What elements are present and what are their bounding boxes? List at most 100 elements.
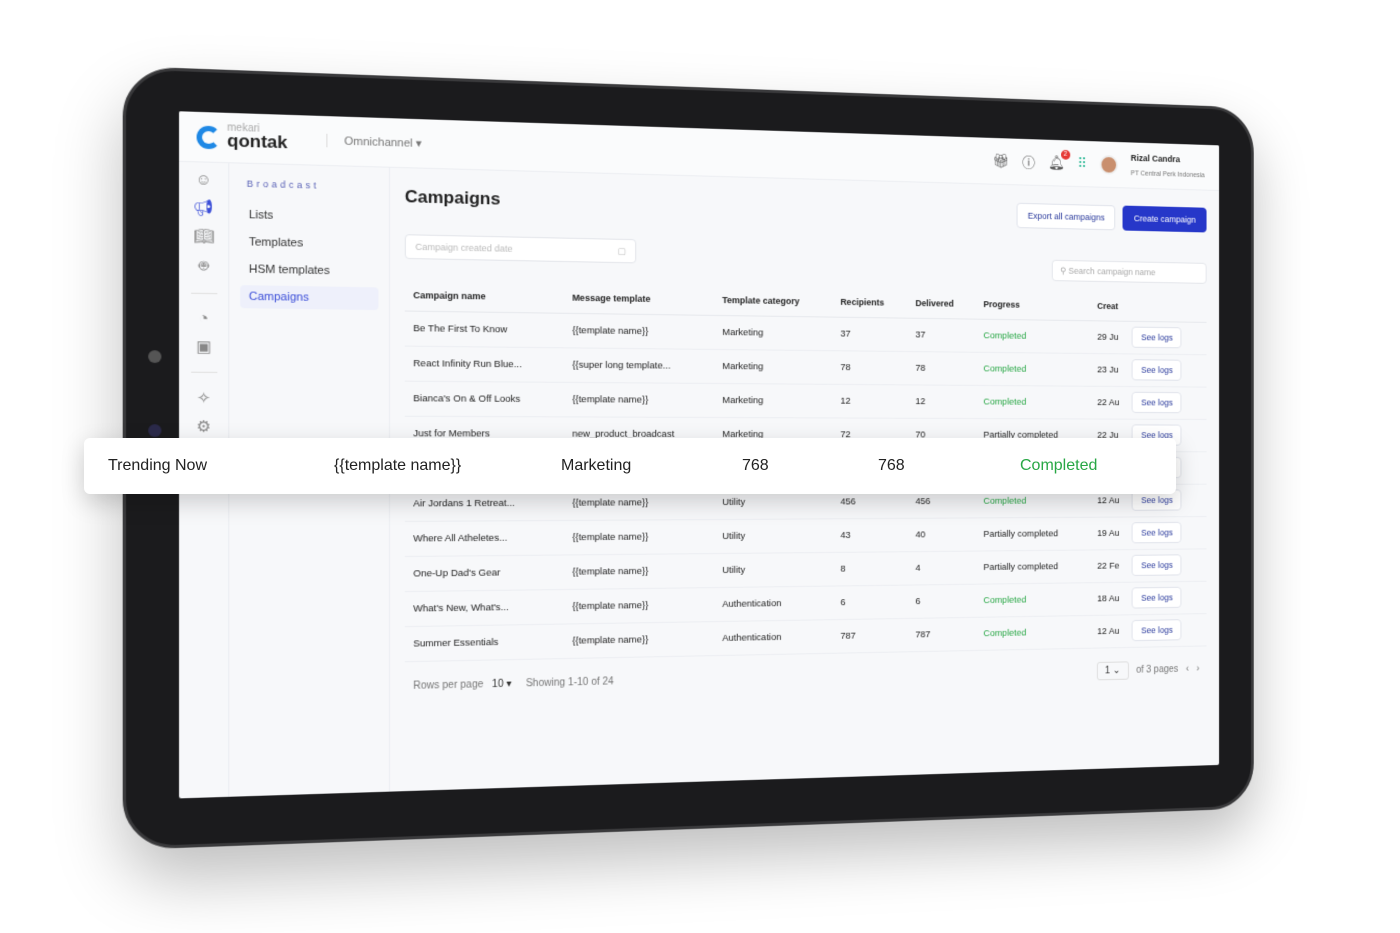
showing-count: Showing 1-10 of 24	[525, 676, 614, 690]
table-cell: React Infinity Run Blue...	[404, 346, 564, 383]
table-cell: 78	[907, 351, 976, 386]
user-name: Rizal Candra	[1130, 152, 1181, 164]
highlight-category: Marketing	[561, 457, 632, 474]
table-cell: Completed	[975, 615, 1090, 651]
gift-icon[interactable]: 🎁︎	[992, 153, 1009, 170]
table-cell: 37	[907, 318, 976, 353]
table-cell: 12	[907, 384, 976, 419]
search-placeholder: Search campaign name	[1068, 265, 1156, 278]
table-row[interactable]: Bianca's On & Off Looks {{template name}}…	[404, 381, 1207, 420]
gear-icon[interactable]: ⚙	[196, 417, 211, 436]
table-cell: Partially completed	[975, 549, 1090, 585]
column-header[interactable]: Campaign name	[404, 279, 564, 314]
highlight-recipients: 768	[742, 457, 769, 474]
see-logs-button[interactable]: See logs	[1132, 359, 1182, 381]
table-cell: Where All Atheletes...	[404, 520, 564, 557]
create-campaign-button[interactable]: Create campaign	[1122, 205, 1207, 233]
column-header[interactable]: Template category	[714, 284, 833, 318]
highlight-template: {{template name}}	[334, 457, 462, 474]
table-cell: Partially completed	[975, 517, 1090, 552]
table-cell: 22 Au	[1089, 386, 1125, 420]
table-cell: Utility	[714, 518, 833, 554]
puzzle-icon[interactable]: ✧	[197, 389, 211, 408]
bell-icon[interactable]: 🔔︎ 2	[1048, 149, 1071, 171]
bot-icon[interactable]: 🤖︎	[199, 255, 209, 277]
sidebar-item-lists[interactable]: Lists	[240, 203, 378, 229]
help-icon[interactable]: ⓘ	[1022, 152, 1035, 172]
table-cell: {{template name}}	[563, 587, 715, 625]
table-cell: Authentication	[714, 586, 833, 622]
logo[interactable]: mekari qontak	[196, 122, 287, 153]
workspace-dropdown[interactable]: Omnichannel ▾	[326, 133, 422, 151]
table-cell: Be The First To Know	[404, 311, 564, 348]
column-header[interactable]: Delivered	[907, 288, 976, 320]
chart-pie-icon[interactable]: ◔	[199, 310, 209, 328]
export-campaigns-button[interactable]: Export all campaigns	[1016, 202, 1116, 231]
table-cell: 787	[907, 617, 976, 652]
table-cell: 29 Ju	[1089, 320, 1125, 354]
search-input[interactable]: ⚲ Search campaign name	[1051, 259, 1207, 284]
column-header[interactable]: Progress	[975, 289, 1090, 321]
table-cell: 19 Au	[1089, 517, 1125, 550]
see-logs-button[interactable]: See logs	[1132, 554, 1182, 576]
column-header[interactable]: Recipients	[832, 286, 908, 319]
table-cell: 4	[907, 551, 976, 586]
wallet-icon[interactable]: ▣	[196, 337, 212, 356]
column-header[interactable]: Message template	[563, 282, 715, 316]
inbox-icon[interactable]: ☺	[195, 171, 212, 189]
table-cell: 6	[832, 585, 908, 620]
rail-divider	[190, 292, 217, 295]
prev-page-icon[interactable]: ‹	[1186, 664, 1189, 675]
table-cell: Completed	[975, 319, 1090, 354]
table-cell: 43	[832, 518, 908, 553]
user-company: PT Central Perk Indonesia	[1130, 169, 1205, 179]
calendar-icon: ▢	[617, 245, 627, 257]
table-cell: {{template name}}	[563, 519, 715, 555]
avatar[interactable]	[1099, 154, 1118, 175]
table-cell: What's New, What's...	[404, 589, 564, 627]
table-cell: {{template name}}	[563, 313, 715, 350]
sensor-dot	[148, 424, 162, 437]
table-cell: 78	[832, 350, 908, 385]
notification-count: 2	[1060, 149, 1071, 160]
date-filter-input[interactable]: Campaign created date ▢	[404, 234, 637, 264]
see-logs-button[interactable]: See logs	[1132, 619, 1182, 642]
apps-grid-icon[interactable]: ⠿	[1077, 155, 1086, 172]
table-cell: {{template name}}	[563, 621, 715, 659]
table-cell: One-Up Dad's Gear	[404, 554, 564, 592]
book-icon[interactable]: 📖︎	[193, 226, 214, 246]
see-logs-button[interactable]: See logs	[1132, 521, 1182, 544]
table-cell: 8	[832, 551, 908, 587]
column-header[interactable]: Creat	[1089, 291, 1125, 322]
see-logs-button[interactable]: See logs	[1132, 391, 1182, 414]
sidebar-item-templates[interactable]: Templates	[240, 231, 378, 257]
table-cell: Summer Essentials	[404, 624, 564, 662]
megaphone-icon[interactable]: 📢︎	[193, 198, 214, 217]
rows-per-page-value: 10	[492, 678, 504, 691]
workspace-label: Omnichannel	[344, 135, 413, 150]
next-page-icon[interactable]: ›	[1196, 664, 1199, 675]
table-cell: {{template name}}	[563, 382, 715, 418]
table-cell: Authentication	[714, 619, 833, 656]
see-logs-button[interactable]: See logs	[1132, 586, 1182, 609]
search-icon: ⚲	[1060, 265, 1067, 276]
page-select[interactable]: 1 ⌄	[1096, 661, 1129, 681]
highlighted-campaign-row[interactable]: Trending Now {{template name}} Marketing…	[84, 438, 1176, 494]
table-cell: Completed	[975, 582, 1090, 618]
user-menu[interactable]: Rizal Candra PT Central Perk Indonesia	[1131, 153, 1205, 180]
sidebar-item-campaigns[interactable]: Campaigns	[240, 285, 379, 311]
table-cell: {{template name}}	[563, 553, 715, 590]
page-count: of 3 pages	[1136, 664, 1179, 676]
sidebar-item-hsm-templates[interactable]: HSM templates	[240, 258, 378, 283]
rows-per-page-label: Rows per page	[413, 679, 484, 692]
table-cell: 40	[907, 517, 976, 552]
pagination: Rows per page 10 ▾ Showing 1-10 of 24 1 …	[405, 661, 1207, 693]
table-cell: Bianca's On & Off Looks	[404, 381, 564, 417]
table-cell: Completed	[975, 385, 1090, 419]
rows-per-page-select[interactable]: 10 ▾	[492, 678, 512, 690]
page-value: 1	[1105, 665, 1111, 677]
table-cell: {{super long template...	[563, 347, 715, 384]
see-logs-button[interactable]: See logs	[1132, 326, 1182, 349]
highlight-delivered: 768	[878, 457, 905, 474]
table-cell: Marketing	[714, 383, 833, 418]
